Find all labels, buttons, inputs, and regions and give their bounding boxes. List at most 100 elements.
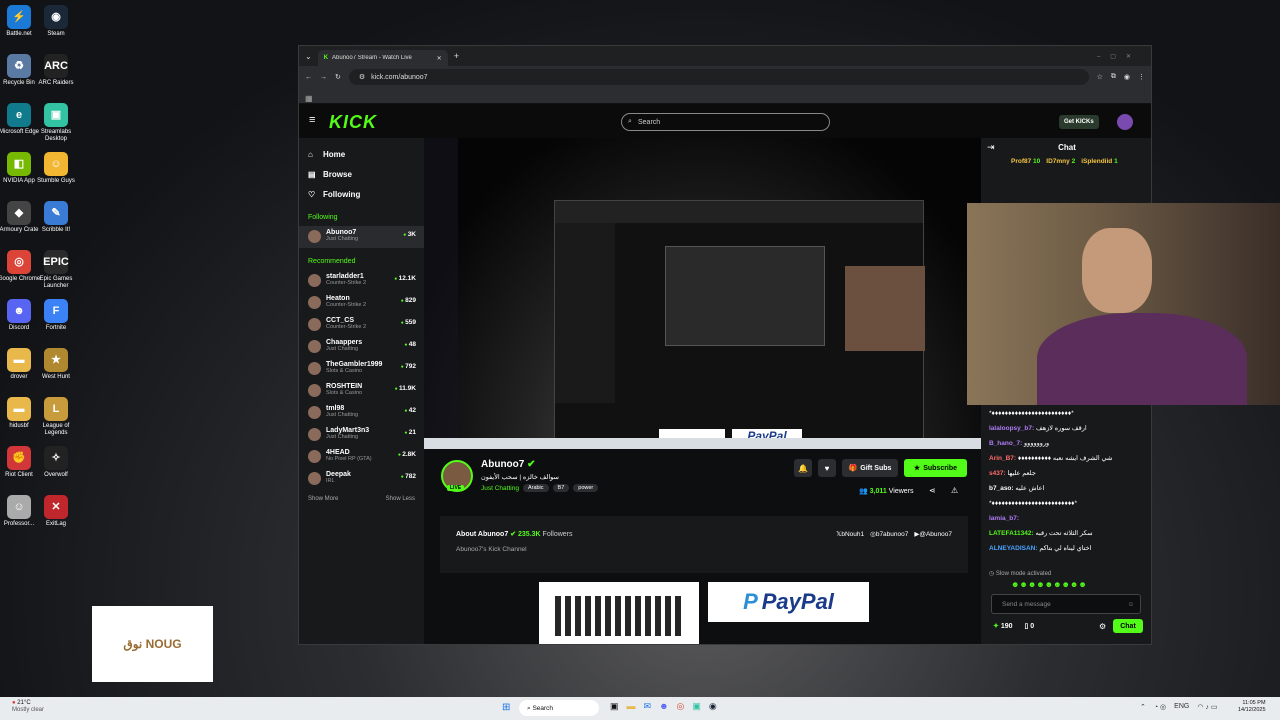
start-button-icon[interactable]: ⊞ <box>502 702 510 713</box>
social-link[interactable]: ▶@Abunoo7 <box>914 530 952 538</box>
emoji-icon[interactable]: ☺ <box>1127 601 1134 608</box>
show-less-link[interactable]: Show Less <box>386 496 415 502</box>
apps-grid-icon[interactable]: ▦ <box>305 94 313 103</box>
nav-home[interactable]: ⌂ Home <box>299 144 424 164</box>
desktop-icon[interactable]: ◉ Steam <box>33 5 79 38</box>
chat-input[interactable]: Send a message ☺ <box>991 594 1141 614</box>
hamburger-menu-icon[interactable]: ≡ <box>309 114 315 126</box>
gifter-badge[interactable]: Prof87 10 <box>1011 158 1040 165</box>
desktop-icon[interactable]: ☺ Stumble Guys <box>33 152 79 185</box>
emote-bar[interactable]: ☻☻☻☻☻☻☻☻☻ <box>1011 580 1087 589</box>
tag-chip[interactable]: B7 <box>552 484 570 492</box>
mail-icon[interactable]: ✉ <box>644 701 652 712</box>
desktop-icon[interactable]: ★ West Hunt <box>33 348 79 381</box>
chat-send-button[interactable]: Chat <box>1113 619 1143 633</box>
kick-logo[interactable]: KICK <box>329 112 377 133</box>
desktop-icon[interactable]: L League of Legends <box>33 397 79 437</box>
channel-item[interactable]: 4HEADNo Pixel RP (GTA)2.8K <box>299 446 424 468</box>
nav-browse[interactable]: ▤ Browse <box>299 164 424 184</box>
get-kicks-button[interactable]: Get KICKs <box>1059 115 1099 129</box>
system-tray[interactable]: ⌃ ◔ ◎ ENG ◠ ♪ ▭ <box>1140 703 1217 711</box>
tray-icons[interactable]: ◔ ◎ <box>1154 703 1166 711</box>
desktop-icon[interactable]: ARC ARC Raiders <box>33 54 79 87</box>
chat-username[interactable]: s437: <box>989 470 1006 477</box>
channel-points[interactable]: 190 <box>1001 623 1013 630</box>
share-icon[interactable]: ⋖ <box>929 486 936 495</box>
desktop-icon[interactable]: EPIC Epic Games Launcher <box>33 250 79 290</box>
desktop-icon[interactable]: ▣ Streamlabs Desktop <box>33 103 79 143</box>
desktop-icon[interactable]: ✧ Overwolf <box>33 446 79 479</box>
url-field[interactable]: ⚙ kick.com/abunoo7 <box>348 69 1089 85</box>
wifi-icon[interactable]: ◠ ♪ ▭ <box>1197 703 1217 711</box>
subscribe-button[interactable]: ★ Subscribe <box>904 459 967 477</box>
chrome-taskbar-icon[interactable]: ◎ <box>677 701 685 712</box>
kicks-balance[interactable]: 0 <box>1030 623 1034 630</box>
channel-item[interactable]: TheGambler1999Slots & Casino792 <box>299 358 424 380</box>
qr-code[interactable] <box>539 582 699 644</box>
streamlabs-taskbar-icon[interactable]: ▣ <box>692 701 701 712</box>
site-info-icon[interactable]: ⚙ <box>359 73 365 81</box>
desktop-icon[interactable]: ✕ ExitLag <box>33 495 79 528</box>
nested-browser-capture: PayPal <box>554 200 925 449</box>
channel-item[interactable]: CCT_CSCounter-Strike 2559 <box>299 314 424 336</box>
chat-username[interactable]: lamia_b7: <box>989 515 1019 522</box>
tag-chip[interactable]: Arabic <box>522 484 549 492</box>
streamer-name[interactable]: Abunoo7 <box>481 459 524 470</box>
chat-username[interactable]: Arin_B7: <box>989 455 1016 462</box>
task-view-icon[interactable]: ▣ <box>610 701 619 712</box>
tab-search-icon[interactable]: ⌄ <box>305 52 312 61</box>
extensions-icon[interactable]: ⧉ <box>1111 73 1116 81</box>
gift-subs-button[interactable]: 🎁 Gift Subs <box>842 459 898 477</box>
social-link[interactable]: ◎b7abunoo7 <box>870 530 908 538</box>
menu-icon[interactable]: ⋮ <box>1138 73 1145 81</box>
channel-item[interactable]: Abunoo7Just Chatting3K <box>299 226 424 248</box>
user-avatar[interactable] <box>1117 114 1133 130</box>
video-player[interactable]: PayPal <box>424 138 981 449</box>
desktop-icon[interactable]: F Fortnite <box>33 299 79 332</box>
channel-item[interactable]: HeatonCounter-Strike 2829 <box>299 292 424 314</box>
reload-icon[interactable]: ↻ <box>335 73 341 81</box>
chat-username[interactable]: B_hano_7: <box>989 440 1022 447</box>
channel-item[interactable]: LadyMart3n3Just Chatting21 <box>299 424 424 446</box>
paypal-banner[interactable]: P PayPal <box>708 582 869 622</box>
channel-item[interactable]: DeepakIRL782 <box>299 468 424 490</box>
window-controls[interactable]: –▢✕ <box>1097 53 1141 60</box>
language-indicator[interactable]: ENG <box>1174 703 1189 711</box>
notification-bell-icon[interactable]: 🔔 <box>794 459 812 477</box>
show-more-link[interactable]: Show More <box>308 496 338 502</box>
chat-username[interactable]: b7_aso: <box>989 485 1014 492</box>
chat-username[interactable]: LATEFA11342: <box>989 530 1034 537</box>
search-input[interactable]: ⌕ Search <box>621 113 830 131</box>
gifter-badge[interactable]: ID7mny 2 <box>1046 158 1075 165</box>
channel-item[interactable]: tml98Just Chatting42 <box>299 402 424 424</box>
report-icon[interactable]: ⚠ <box>951 486 958 495</box>
channel-item[interactable]: ROSHTEINSlots & Casino11.9K <box>299 380 424 402</box>
chat-username[interactable]: lalaloopsy_b7: <box>989 425 1034 432</box>
profile-icon[interactable]: ◉ <box>1124 73 1130 81</box>
bookmark-star-icon[interactable]: ☆ <box>1097 73 1103 81</box>
browser-tab[interactable]: K Abunoo7 Stream - Watch Live ✕ <box>317 50 448 66</box>
taskbar-apps[interactable]: ▣ ▬ ✉ ☻ ◎ ▣ ◉ <box>610 701 717 712</box>
collapse-chat-icon[interactable]: ⇥ <box>987 142 995 153</box>
follow-heart-icon[interactable]: ♥ <box>818 459 836 477</box>
chat-username[interactable]: ALNEYADISAN: <box>989 545 1038 552</box>
taskbar-search[interactable]: ⌕ Search <box>519 700 599 716</box>
chat-settings-icon[interactable]: ⚙ <box>1099 622 1106 631</box>
desktop-icon[interactable]: ✎ Scribble It! <box>33 201 79 234</box>
gifter-badge[interactable]: iSplendiid 1 <box>1081 158 1118 165</box>
clock[interactable]: 11:05 PM 14/12/2025 <box>1238 700 1266 714</box>
back-icon[interactable]: ← <box>305 74 312 81</box>
tag-chip[interactable]: power <box>573 484 599 492</box>
new-tab-icon[interactable]: + <box>454 51 459 61</box>
steam-taskbar-icon[interactable]: ◉ <box>709 701 717 712</box>
social-link[interactable]: 𝕏bNouh1 <box>836 530 864 538</box>
discord-taskbar-icon[interactable]: ☻ <box>659 701 668 712</box>
file-explorer-icon[interactable]: ▬ <box>627 701 636 712</box>
tab-close-icon[interactable]: ✕ <box>437 55 442 62</box>
channel-item[interactable]: starladder1Counter-Strike 212.1K <box>299 270 424 292</box>
forward-icon[interactable]: → <box>320 74 327 81</box>
tray-chevron-icon[interactable]: ⌃ <box>1140 703 1146 711</box>
category-link[interactable]: Just Chatting <box>481 485 519 492</box>
channel-item[interactable]: ChaappersJust Chatting48 <box>299 336 424 358</box>
nav-following[interactable]: ♡ Following <box>299 184 424 204</box>
